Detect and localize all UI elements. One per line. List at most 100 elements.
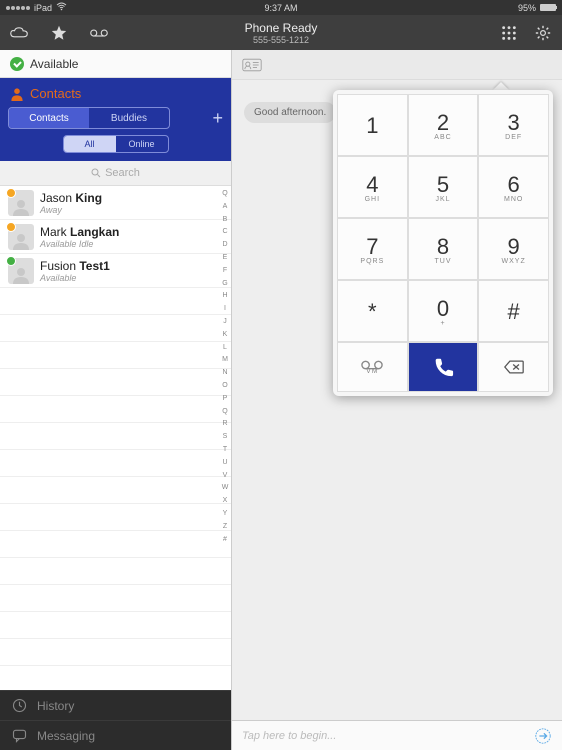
backspace-icon — [504, 360, 524, 374]
voicemail-nav-icon[interactable] — [90, 24, 108, 42]
index-letter[interactable]: # — [220, 534, 230, 547]
compose-placeholder: Tap here to begin... — [242, 730, 336, 742]
clock-icon — [12, 698, 27, 713]
index-letter[interactable]: P — [220, 393, 230, 406]
cloud-icon[interactable] — [10, 24, 28, 42]
segment-online-button[interactable]: Online — [116, 136, 168, 152]
dialpad-key[interactable]: 4GHI — [337, 156, 408, 218]
segment-contacts-button[interactable]: Contacts — [9, 108, 89, 128]
list-item — [0, 369, 231, 396]
tab-messaging[interactable]: Messaging — [0, 720, 231, 750]
dialpad-backspace-button[interactable] — [478, 342, 549, 392]
status-time: 9:37 AM — [0, 3, 562, 13]
index-letter[interactable]: R — [220, 418, 230, 431]
index-letter[interactable]: L — [220, 342, 230, 355]
sidebar: Available Contacts Contacts Buddies + Al… — [0, 50, 232, 750]
dialpad-key[interactable]: 5JKL — [408, 156, 479, 218]
contact-name: Jason King — [40, 191, 102, 205]
dialpad-key[interactable]: 0+ — [408, 280, 479, 342]
dialpad-voicemail-button[interactable]: VM — [337, 342, 408, 392]
list-item — [0, 288, 231, 315]
dialpad-key[interactable]: 9WXYZ — [478, 218, 549, 280]
index-letter[interactable]: N — [220, 367, 230, 380]
star-icon[interactable] — [50, 24, 68, 42]
index-letter[interactable]: X — [220, 495, 230, 508]
id-card-icon — [242, 58, 262, 72]
index-letter[interactable]: J — [220, 316, 230, 329]
contact-row[interactable]: Fusion Test1 Available — [0, 254, 231, 288]
index-letter[interactable]: S — [220, 431, 230, 444]
contact-status: Available Idle — [40, 239, 119, 249]
index-letter[interactable]: W — [220, 482, 230, 495]
sidebar-section-title: Contacts — [30, 86, 81, 101]
dialpad-call-button[interactable] — [408, 342, 479, 392]
list-item — [0, 612, 231, 639]
index-letter[interactable]: H — [220, 290, 230, 303]
contact-row[interactable]: Mark Langkan Available Idle — [0, 220, 231, 254]
index-letter[interactable]: C — [220, 226, 230, 239]
dialpad-popover: 12ABC3DEF 4GHI5JKL6MNO 7PQRS8TUV9WXYZ *0+# V… — [333, 90, 553, 396]
list-item — [0, 423, 231, 450]
search-input[interactable]: Search — [0, 161, 231, 186]
index-letter[interactable]: M — [220, 354, 230, 367]
dialpad-key[interactable]: 7PQRS — [337, 218, 408, 280]
phone-icon — [432, 356, 454, 378]
dialpad-toggle-icon[interactable] — [500, 24, 518, 42]
index-letter[interactable]: U — [220, 457, 230, 470]
index-letter[interactable]: B — [220, 214, 230, 227]
list-item — [0, 315, 231, 342]
gear-icon[interactable] — [534, 24, 552, 42]
compose-input[interactable]: Tap here to begin... — [232, 720, 562, 750]
chat-panel: Good afternoon. Tap here to begin... 12A… — [232, 50, 562, 750]
contact-status: Available — [40, 273, 110, 283]
contact-list: Jason King Away Mark Langkan Available I… — [0, 186, 231, 690]
dialpad-key[interactable]: 2ABC — [408, 94, 479, 156]
dialpad-key[interactable]: 6MNO — [478, 156, 549, 218]
dialpad-key[interactable]: 3DEF — [478, 94, 549, 156]
dialpad-key[interactable]: 8TUV — [408, 218, 479, 280]
index-letter[interactable]: K — [220, 329, 230, 342]
index-letter[interactable]: T — [220, 444, 230, 457]
contact-card-row[interactable] — [232, 50, 562, 80]
index-letter[interactable]: A — [220, 201, 230, 214]
index-letter[interactable]: Z — [220, 521, 230, 534]
contact-row[interactable]: Jason King Away — [0, 186, 231, 220]
dialpad-key[interactable]: 1 — [337, 94, 408, 156]
nav-bar: Phone Ready 555-555-1212 — [0, 15, 562, 50]
presence-row[interactable]: Available — [0, 50, 231, 78]
segment-all-button[interactable]: All — [64, 136, 116, 152]
segment-contacts-buddies: Contacts Buddies — [8, 107, 170, 129]
list-item — [0, 585, 231, 612]
send-button[interactable] — [534, 727, 552, 745]
list-item — [0, 639, 231, 666]
index-letter[interactable]: D — [220, 239, 230, 252]
person-icon — [10, 87, 24, 101]
alpha-index[interactable]: QABCDEFGHIJKLMNOPQRSTUVWXYZ# — [220, 186, 230, 690]
list-item — [0, 396, 231, 423]
dialpad-key[interactable]: # — [478, 280, 549, 342]
list-item — [0, 504, 231, 531]
index-letter[interactable]: Q — [220, 406, 230, 419]
index-letter[interactable]: G — [220, 278, 230, 291]
add-contact-button[interactable]: + — [212, 109, 223, 127]
contact-name: Fusion Test1 — [40, 259, 110, 273]
search-placeholder: Search — [105, 167, 140, 179]
index-letter[interactable]: I — [220, 303, 230, 316]
tab-history[interactable]: History — [0, 690, 231, 720]
index-letter[interactable]: V — [220, 470, 230, 483]
presence-check-icon — [10, 57, 24, 71]
dialpad-key[interactable]: * — [337, 280, 408, 342]
presence-label: Available — [30, 57, 78, 71]
index-letter[interactable]: Y — [220, 508, 230, 521]
list-item — [0, 477, 231, 504]
list-item — [0, 342, 231, 369]
index-letter[interactable]: Q — [220, 188, 230, 201]
index-letter[interactable]: O — [220, 380, 230, 393]
segment-buddies-button[interactable]: Buddies — [89, 108, 169, 128]
index-letter[interactable]: E — [220, 252, 230, 265]
tab-messaging-label: Messaging — [37, 729, 95, 743]
chat-bubble: Good afternoon. — [244, 102, 336, 123]
index-letter[interactable]: F — [220, 265, 230, 278]
list-item — [0, 531, 231, 558]
contact-status: Away — [40, 205, 102, 215]
